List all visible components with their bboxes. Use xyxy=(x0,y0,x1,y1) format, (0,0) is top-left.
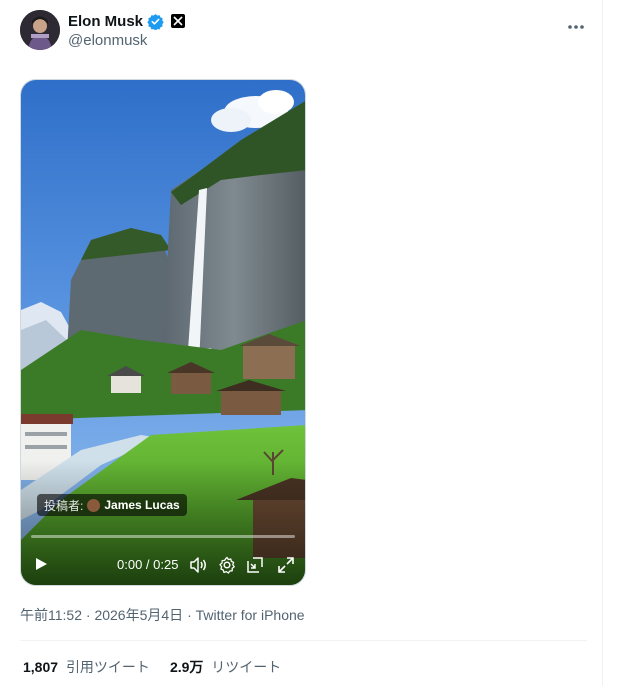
quote-tweets-label: 引用ツイート xyxy=(65,659,150,675)
verified-badge-icon xyxy=(147,13,164,30)
tweet-stats: 1,807 引用ツイート 2.9万 リツイート xyxy=(23,657,281,677)
tweet-source[interactable]: Twitter for iPhone xyxy=(196,607,305,623)
tweet-date[interactable]: 2026年5月4日 xyxy=(94,607,183,623)
divider xyxy=(20,640,587,641)
meta-separator: · xyxy=(85,607,91,623)
play-icon[interactable] xyxy=(33,556,49,572)
video-credit[interactable]: 投稿者: James Lucas xyxy=(37,494,187,516)
video-controls: 0:00 / 0:25 xyxy=(21,550,305,580)
x-logo-icon[interactable] xyxy=(171,14,186,28)
credit-prefix: 投稿者: xyxy=(44,498,84,513)
picture-in-picture-icon[interactable] xyxy=(245,555,265,575)
tweet-header: Elon Musk @elonmusk xyxy=(20,10,590,54)
user-handle[interactable]: @elonmusk xyxy=(68,32,147,49)
tweet-meta: 午前11:52 · 2026年5月4日 · Twitter for iPhone xyxy=(20,605,305,625)
tweet-time[interactable]: 午前11:52 xyxy=(20,607,82,623)
volume-icon[interactable] xyxy=(188,555,208,575)
credit-name[interactable]: James Lucas xyxy=(104,498,179,512)
fullscreen-icon[interactable] xyxy=(276,555,296,575)
video-time: 0:00 / 0:25 xyxy=(117,557,179,572)
avatar[interactable] xyxy=(20,10,60,50)
quote-tweets-stat[interactable]: 1,807 引用ツイート xyxy=(23,657,150,677)
display-name[interactable]: Elon Musk xyxy=(68,13,143,30)
credit-avatar xyxy=(87,498,101,512)
retweets-label: リツイート xyxy=(211,659,282,675)
retweets-stat[interactable]: 2.9万 リツイート xyxy=(170,657,281,677)
tweet-card: Elon Musk @elonmusk 投稿者: James Lucas 0:0… xyxy=(0,0,603,686)
name-row: Elon Musk xyxy=(68,11,186,31)
retweets-count: 2.9万 xyxy=(169,659,204,675)
video-progress-bar[interactable] xyxy=(31,535,295,538)
meta-separator: · xyxy=(187,607,192,623)
video-player[interactable]: 投稿者: James Lucas 0:00 / 0:25 xyxy=(20,79,306,586)
settings-icon[interactable] xyxy=(217,555,237,575)
more-icon[interactable] xyxy=(565,16,587,38)
quote-tweets-count: 1,807 xyxy=(23,659,59,675)
